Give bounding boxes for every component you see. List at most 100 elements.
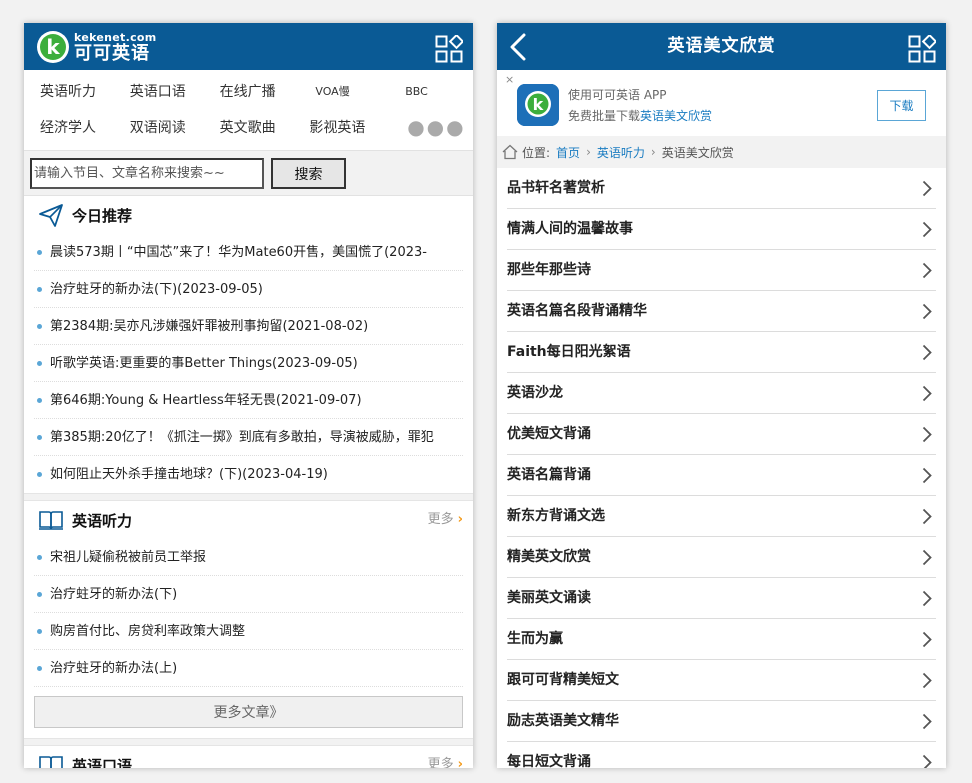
left-header: k kekenet.com 可可英语 [24,23,473,70]
chevron-right-icon [922,344,932,361]
list-item[interactable]: 英语沙龙 [507,373,936,414]
nav-item[interactable]: 在线广播 [204,74,294,110]
list-item[interactable]: 如何阻止天外杀手撞击地球？(下)(2023-04-19) [34,456,463,493]
breadcrumb-current: 英语美文欣赏 [661,145,734,160]
list-item[interactable]: 品书轩名著赏析 [507,168,936,209]
chevron-right-icon [922,426,932,443]
list-item-label: 新东方背诵文选 [507,508,605,524]
list-item[interactable]: 美丽英文诵读 [507,578,936,619]
list-item-label: 励志英语美文精华 [507,713,619,729]
listening-section: 英语听力 更多 › 宋祖儿疑偷税被前员工举报 治疗蛀牙的新办法(下) 购房首付比、… [24,501,473,728]
nav-item[interactable]: 英文歌曲 [204,110,294,146]
nav-item[interactable]: 经济学人 [24,110,114,146]
book-icon [39,756,63,768]
more-link[interactable]: 更多 › [428,746,463,768]
chevron-right-icon [922,754,932,768]
list-item-label: 英语沙龙 [507,385,563,401]
paper-plane-icon [39,204,63,227]
banner-subtitle: 免费批量下载英语美文欣赏 [568,109,713,123]
chevron-right-icon [922,713,932,730]
nav-item[interactable]: BBC [383,74,473,110]
menu-grid-icon[interactable] [435,35,463,63]
back-arrow-icon[interactable] [507,33,529,61]
section-title: 英语听力 [72,511,133,530]
category-nav: 英语听力 英语口语 在线广播 VOA慢 BBC 经济学人 双语阅读 英文歌曲 影… [24,70,473,150]
more-articles-button[interactable]: 更多文章》 [34,696,463,728]
svg-text:k: k [533,95,544,114]
list-item[interactable]: 购房首付比、房贷利率政策大调整 [34,613,463,650]
divider [24,738,473,746]
svg-text:k: k [46,35,60,59]
nav-item[interactable]: VOA慢 [293,74,383,110]
breadcrumb-home[interactable]: 首页 [556,144,580,161]
logo-name: 可可英语 [74,42,150,64]
list-item[interactable]: 精美英文欣赏 [507,537,936,578]
close-icon[interactable]: × [505,73,514,86]
nav-more-icon[interactable]: ●●● [383,110,473,146]
list-item-label: 情满人间的温馨故事 [507,221,633,237]
chevron-right-icon: › [457,757,463,768]
book-icon [39,511,63,530]
today-section: 今日推荐 晨读573期丨“中国芯”来了！华为Mate60开售，美国慌了(2023… [24,196,473,493]
list-item[interactable]: 每日短文背诵 [507,742,936,768]
chevron-right-icon: › [457,512,463,527]
nav-item[interactable]: 英语听力 [24,74,114,110]
speaking-section: 英语口语 更多 › [24,746,473,768]
search-button[interactable]: 搜索 [271,158,346,189]
nav-item[interactable]: 双语阅读 [114,110,204,146]
section-title: 今日推荐 [72,206,133,225]
list-item-label: 美丽英文诵读 [507,590,591,606]
app-icon: k [517,84,559,126]
chevron-right-icon [922,672,932,689]
page-title: 英语美文欣赏 [667,36,776,56]
menu-grid-icon[interactable] [908,35,936,63]
list-item[interactable]: 英语名篇背诵 [507,455,936,496]
more-link[interactable]: 更多 › [428,501,463,539]
list-item[interactable]: Faith每日阳光絮语 [507,332,936,373]
list-item[interactable]: 第646期:Young & Heartless年轻无畏(2021-09-07) [34,382,463,419]
breadcrumb-section[interactable]: 英语听力 [597,144,645,161]
list-item-label: 每日短文背诵 [507,754,591,768]
list-item[interactable]: 情满人间的温馨故事 [507,209,936,250]
chevron-right-icon [922,467,932,484]
right-header: 英语美文欣赏 [497,23,946,70]
list-item[interactable]: 第2384期:吴亦凡涉嫌强奸罪被刑事拘留(2021-08-02) [34,308,463,345]
nav-item[interactable]: 英语口语 [114,74,204,110]
list-item-label: 英语名篇背诵 [507,467,591,483]
chevron-right-icon [922,549,932,566]
list-item[interactable]: 英语名篇名段背诵精华 [507,291,936,332]
list-item[interactable]: 治疗蛀牙的新办法(上) [34,650,463,687]
category-list: 品书轩名著赏析情满人间的温馨故事 那些年那些诗英语名篇名段背诵精华 Faith每日阳… [497,168,946,768]
home-icon [502,144,518,160]
app-download-banner: × k 使用可可英语 APP 免费批量下载英语美文欣赏 下载 [497,70,946,136]
list-item-label: 跟可可背精美短文 [507,672,619,688]
logo[interactable]: k kekenet.com 可可英语 [36,28,157,66]
list-item[interactable]: 励志英语美文精华 [507,701,936,742]
list-item[interactable]: 那些年那些诗 [507,250,936,291]
list-item[interactable]: 优美短文背诵 [507,414,936,455]
chevron-right-icon [922,508,932,525]
breadcrumb-separator: › [650,145,656,159]
list-item-label: 精美英文欣赏 [507,549,591,565]
list-item-label: 那些年那些诗 [507,262,591,278]
breadcrumb-label: 位置: [522,145,551,160]
list-item[interactable]: 新东方背诵文选 [507,496,936,537]
list-item[interactable]: 生而为赢 [507,619,936,660]
chevron-right-icon [922,590,932,607]
search-input[interactable] [30,158,264,189]
list-item[interactable]: 治疗蛀牙的新办法(下) [34,576,463,613]
list-item[interactable]: 晨读573期丨“中国芯”来了！华为Mate60开售，美国慌了(2023- [34,234,463,271]
banner-title: 使用可可英语 APP [568,88,667,102]
list-item[interactable]: 第385期:20亿了！《抓注一掷》到底有多敢拍，导演被威胁，罪犯 [34,419,463,456]
nav-item[interactable]: 影视英语 [293,110,383,146]
chevron-right-icon [922,180,932,197]
download-button[interactable]: 下载 [877,90,926,121]
section-title: 英语口语 [72,756,133,769]
list-item-label: Faith每日阳光絮语 [507,344,631,360]
list-item[interactable]: 治疗蛀牙的新办法(下)(2023-09-05) [34,271,463,308]
list-item[interactable]: 听歌学英语:更重要的事Better Things(2023-09-05) [34,345,463,382]
list-item[interactable]: 跟可可背精美短文 [507,660,936,701]
list-item-label: 品书轩名著赏析 [507,180,605,196]
logo-domain: kekenet.com [74,30,157,44]
list-item[interactable]: 宋祖儿疑偷税被前员工举报 [34,539,463,576]
